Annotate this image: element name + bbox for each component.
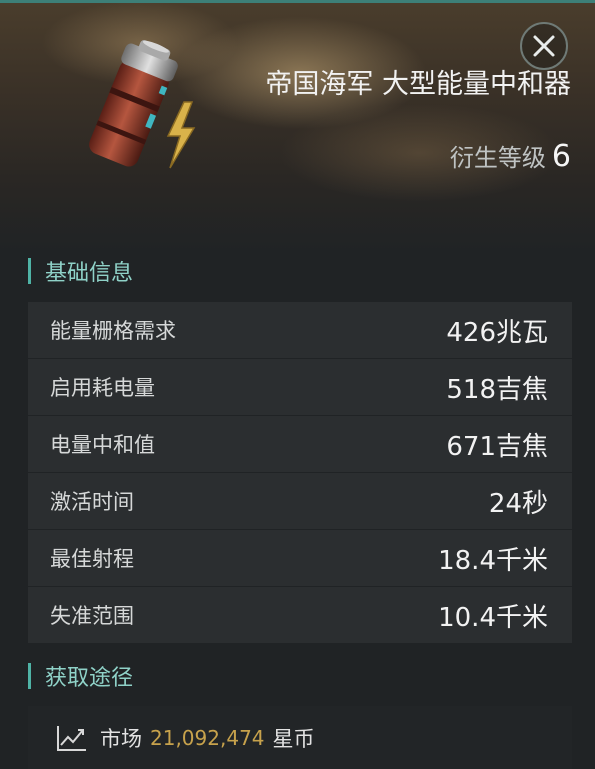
attribute-row: 失准范围 10.4千米 — [28, 587, 572, 643]
market-price: 21,092,474 — [150, 725, 265, 750]
meta-level: 衍生等级 6 — [450, 138, 571, 174]
section-basic-info: 基础信息 — [28, 256, 133, 286]
market-source-row[interactable]: 市场 21,092,474 星币 — [28, 706, 572, 769]
close-button[interactable] — [520, 22, 568, 70]
attribute-value: 24秒 — [488, 488, 548, 519]
attribute-label: 最佳射程 — [50, 547, 134, 571]
section-accent-bar — [28, 258, 31, 284]
chart-trend-icon — [57, 725, 86, 751]
attribute-row: 启用耗电量 518吉焦 — [28, 359, 572, 415]
attribute-label: 能量栅格需求 — [50, 319, 176, 343]
item-title: 帝国海军 大型能量中和器 — [265, 69, 571, 100]
attribute-row: 最佳射程 18.4千米 — [28, 530, 572, 586]
attribute-value: 10.4千米 — [438, 602, 548, 633]
section-accent-bar — [28, 663, 31, 689]
close-icon — [533, 35, 555, 57]
meta-level-label: 衍生等级 — [449, 144, 546, 172]
attribute-value: 18.4千米 — [438, 545, 548, 576]
attribute-label: 电量中和值 — [50, 433, 155, 457]
energy-neutralizer-icon — [76, 36, 206, 190]
meta-level-value: 6 — [551, 139, 571, 174]
attribute-value: 671吉焦 — [446, 431, 548, 462]
attribute-value: 426兆瓦 — [446, 317, 548, 348]
attribute-row: 激活时间 24秒 — [28, 473, 572, 529]
attribute-row: 电量中和值 671吉焦 — [28, 416, 572, 472]
attribute-value: 518吉焦 — [446, 374, 548, 405]
section-source: 获取途径 — [28, 661, 133, 691]
attribute-row: 能量栅格需求 426兆瓦 — [28, 302, 572, 358]
market-label: 市场 — [100, 726, 142, 751]
item-info-panel: 帝国海军 大型能量中和器 衍生等级 6 基础信息 能量栅格需求 426兆瓦 启用耗… — [0, 0, 595, 769]
market-currency: 星币 — [272, 726, 315, 751]
attribute-label: 激活时间 — [50, 490, 134, 514]
section-title: 基础信息 — [45, 261, 134, 286]
section-title: 获取途径 — [45, 666, 134, 691]
attribute-label: 启用耗电量 — [50, 376, 155, 400]
attribute-label: 失准范围 — [50, 604, 134, 628]
